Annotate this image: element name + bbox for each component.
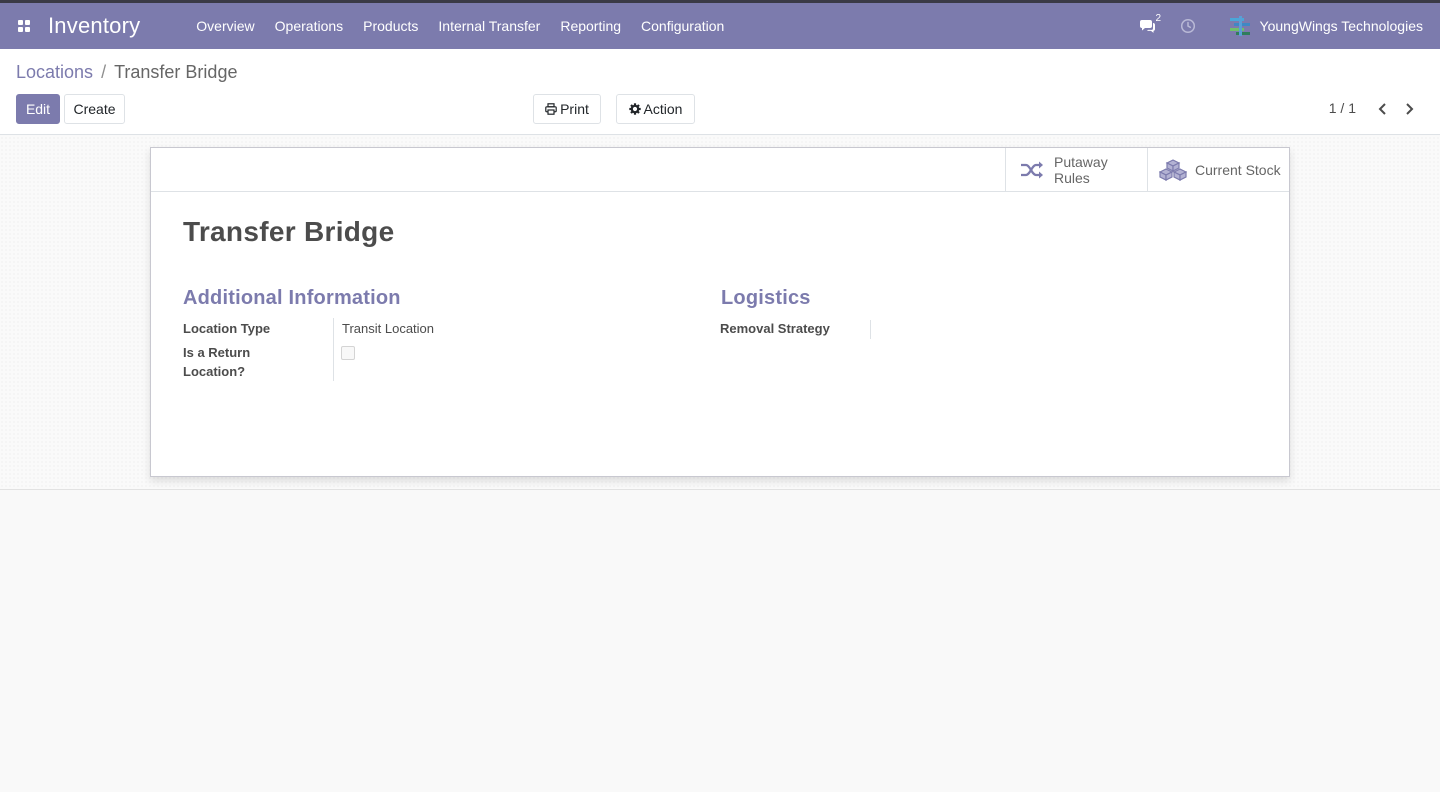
messaging-icon[interactable]: 2 xyxy=(1139,13,1166,36)
location-type-label: Location Type xyxy=(183,321,271,336)
company-switcher[interactable]: YoungWings Technologies xyxy=(1260,18,1423,34)
menu-overview[interactable]: Overview xyxy=(186,3,264,49)
removal-strategy-label: Removal Strategy xyxy=(720,321,830,336)
form-view-background: Putaway Rules Current Stock Transfer Bri… xyxy=(0,136,1440,490)
smart-button-box: Putaway Rules Current Stock xyxy=(151,148,1289,192)
print-icon xyxy=(545,103,557,115)
putaway-rules-label-line1: Putaway xyxy=(1054,153,1108,170)
chat-count-badge: 2 xyxy=(1155,13,1162,24)
pager-value[interactable]: 1 / 1 xyxy=(1329,100,1356,116)
return-location-label-line1: Is a Return xyxy=(183,345,251,360)
chat-bubbles-icon xyxy=(1139,20,1155,33)
chevron-left-icon xyxy=(1378,103,1386,115)
gear-icon xyxy=(628,103,641,115)
main-menu: Overview Operations Products Internal Tr… xyxy=(186,3,734,49)
app-title[interactable]: Inventory xyxy=(48,13,140,39)
print-button[interactable]: Print xyxy=(533,94,601,124)
current-stock-button[interactable]: Current Stock xyxy=(1147,148,1289,191)
pager-next-button[interactable] xyxy=(1402,100,1416,118)
field-divider xyxy=(333,318,334,381)
top-navbar: Inventory Overview Operations Products I… xyxy=(0,0,1440,49)
action-button[interactable]: Action xyxy=(616,94,695,124)
create-button[interactable]: Create xyxy=(64,94,125,124)
field-divider xyxy=(870,320,871,339)
breadcrumb-locations-link[interactable]: Locations xyxy=(16,62,93,83)
action-button-label: Action xyxy=(643,101,683,117)
random-arrows-icon xyxy=(1021,161,1043,178)
return-location-label-line2: Location? xyxy=(183,364,246,379)
control-panel: Locations / Transfer Bridge Edit Create … xyxy=(0,49,1440,135)
edit-button-label: Edit xyxy=(25,101,51,117)
return-location-checkbox[interactable] xyxy=(341,346,355,360)
create-button-label: Create xyxy=(73,101,116,117)
logistics-title: Logistics xyxy=(721,287,811,309)
company-logo-icon xyxy=(1229,16,1250,36)
putaway-rules-label-line2: Rules xyxy=(1054,169,1090,186)
additional-information-title: Additional Information xyxy=(183,287,401,309)
pager-previous-button[interactable] xyxy=(1375,100,1389,118)
menu-configuration[interactable]: Configuration xyxy=(631,3,734,49)
cubes-icon xyxy=(1159,158,1187,181)
putaway-rules-button[interactable]: Putaway Rules xyxy=(1005,148,1147,191)
menu-internal-transfer[interactable]: Internal Transfer xyxy=(428,3,550,49)
activity-clock-icon[interactable] xyxy=(1180,18,1196,34)
edit-button[interactable]: Edit xyxy=(16,94,60,124)
menu-reporting[interactable]: Reporting xyxy=(550,3,631,49)
breadcrumb: Locations / Transfer Bridge xyxy=(16,62,237,83)
form-sheet: Putaway Rules Current Stock Transfer Bri… xyxy=(150,147,1290,477)
chevron-right-icon xyxy=(1405,103,1413,115)
breadcrumb-separator: / xyxy=(101,62,107,82)
breadcrumb-current: Transfer Bridge xyxy=(114,62,238,82)
apps-menu-icon[interactable] xyxy=(0,3,48,49)
record-title: Transfer Bridge xyxy=(183,216,395,247)
location-type-value: Transit Location xyxy=(342,321,435,336)
menu-products[interactable]: Products xyxy=(353,3,428,49)
print-button-label: Print xyxy=(560,101,589,117)
menu-operations[interactable]: Operations xyxy=(265,3,353,49)
current-stock-label: Current Stock xyxy=(1195,161,1281,178)
